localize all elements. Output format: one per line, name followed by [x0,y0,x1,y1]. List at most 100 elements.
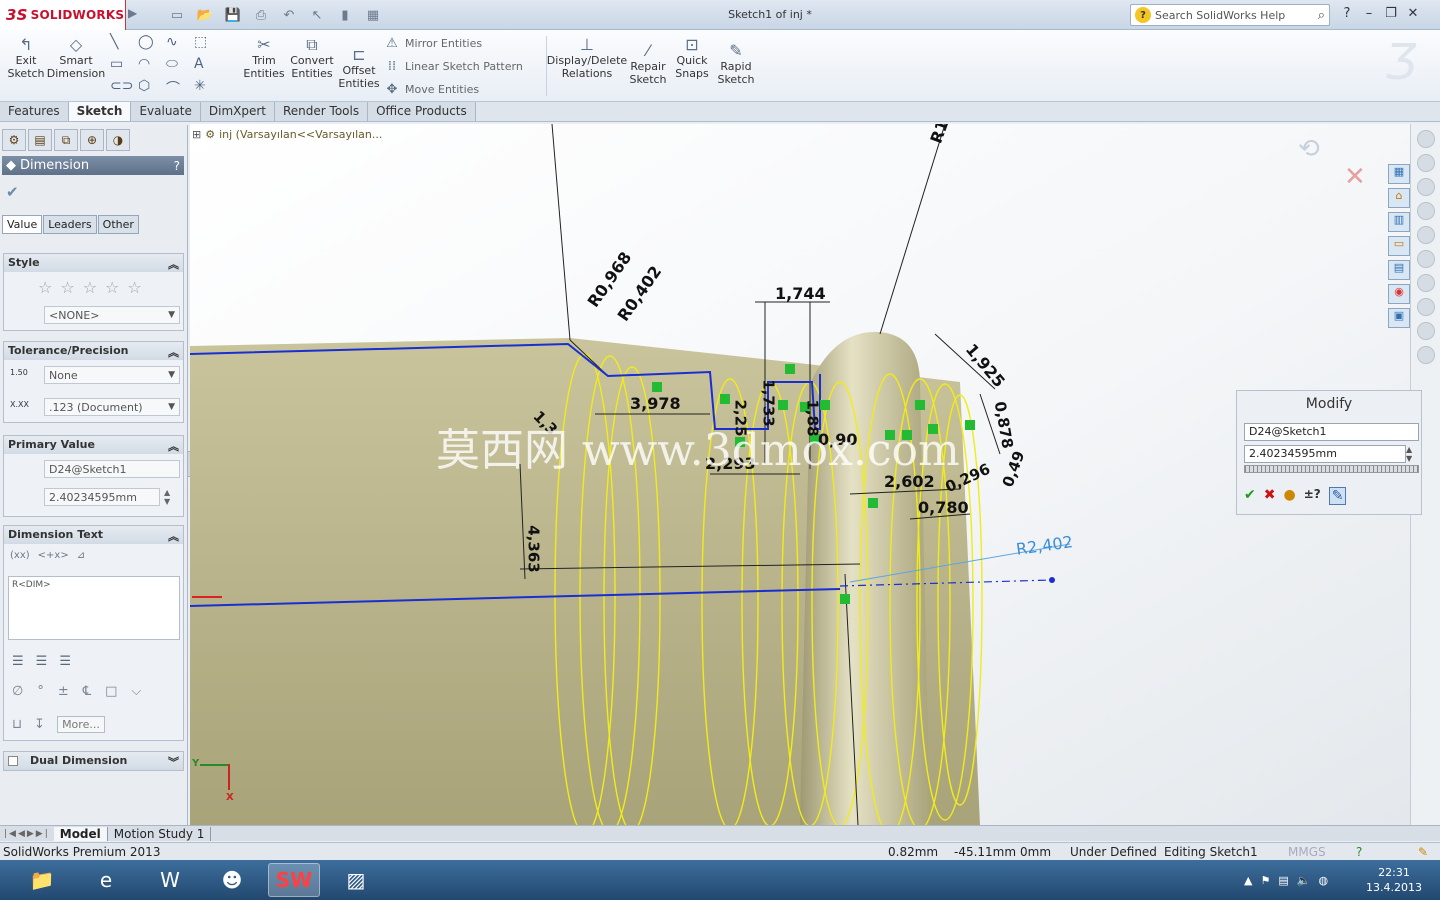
style-select[interactable]: <NONE> ▼ [44,306,180,324]
dimension-label[interactable]: 3,978 [630,394,681,413]
collapse-icon[interactable]: ︽ [168,528,179,543]
offset-entities-button[interactable]: ⊏ Offset Entities [338,44,380,90]
flag-icon[interactable]: ⚑ [1260,874,1270,887]
cancel-sketch-corner-icon[interactable]: ✕ [1344,162,1366,192]
dimension-label[interactable]: 0,780 [918,498,969,517]
quick-snaps-button[interactable]: ⊡ Quick Snaps [674,34,710,80]
modify-value-field[interactable]: 2.40234595mm [1244,445,1406,463]
help-icon[interactable]: ? [1356,845,1362,859]
counterbore-icon[interactable]: ⊔ [12,717,22,732]
resources-icon[interactable] [1416,130,1435,148]
rectangle-icon[interactable]: ▭ [110,56,138,78]
hide-show-icon[interactable]: ◌ [755,124,766,125]
tab-motion-study[interactable]: Motion Study 1 [108,826,212,841]
circle-icon[interactable]: ◯ [138,34,166,56]
help-icon[interactable]: ? [174,159,180,173]
arc-icon[interactable]: ◠ [138,56,166,78]
help-menu-icon[interactable]: ? [1338,6,1356,21]
zoom-to-fit-icon[interactable]: ⌕ [660,124,667,125]
section-view-icon[interactable]: ▣ [703,124,715,125]
modify-name-field[interactable]: D24@Sketch1 [1244,423,1419,441]
mirror-entities-button[interactable]: ⚠ Mirror Entities [384,36,482,51]
view-palette-icon[interactable] [1416,226,1435,244]
countersink-icon[interactable]: ⌵ [131,684,141,699]
view-orientation-icon[interactable]: ⧉ [722,124,731,125]
file-explorer-taskbar-icon[interactable]: 📁 [16,863,68,897]
smart-dimension-button[interactable]: ◇ Smart Dimension [47,34,105,80]
image-viewer-icon[interactable]: ▨ [330,863,382,897]
search-input[interactable]: ? Search SolidWorks Help ⌕ [1130,4,1330,26]
center-dimension-button[interactable]: <+x> [38,550,69,561]
folder-icon[interactable]: ▭ [1388,236,1410,256]
ok-check-icon[interactable]: ✔ [6,183,19,201]
more-button[interactable]: More... [57,716,105,733]
feature-manager-icon[interactable]: ⚙ [2,129,26,151]
dotted-rectangle-icon[interactable]: ⬚ [194,34,222,56]
repair-sketch-button[interactable]: ⁄ Repair Sketch [628,40,668,86]
open-icon[interactable]: 📂 [194,6,216,24]
properties-icon[interactable]: ▣ [1388,308,1410,328]
rapid-sketch-button[interactable]: ✎ Rapid Sketch [716,40,756,86]
degree-icon[interactable]: ° [37,684,44,699]
rebuild-icon[interactable]: ● [1283,487,1295,505]
load-style-icon[interactable]: ☆ [127,278,141,297]
network-icon[interactable]: ▤ [1278,874,1288,887]
rebuild-status-icon[interactable]: ✎ [1418,845,1428,859]
configuration-manager-icon[interactable]: ⧉ [54,129,78,151]
view-settings-icon[interactable]: ▭ [806,124,818,125]
minimize-icon[interactable]: – [1360,6,1378,21]
print-icon[interactable]: ⎙ [250,6,272,24]
forum-icon[interactable] [1416,322,1435,340]
collapse-icon[interactable]: ︽ [168,344,179,359]
tolerance-select[interactable]: None ▼ [44,366,180,384]
file-explorer-icon[interactable] [1416,178,1435,196]
select-icon[interactable]: ↖ [306,6,328,24]
volume-icon[interactable]: 🔈 [1297,874,1311,887]
convert-entities-button[interactable]: ⧉ Convert Entities [288,34,336,80]
expand-icon[interactable]: ︾ [168,754,179,769]
units-system[interactable]: MMGS [1288,845,1326,859]
ok-icon[interactable]: ✔ [1244,487,1256,505]
value-spinner[interactable]: ▲ ▼ [164,488,170,506]
dimension-name-field[interactable]: D24@Sketch1 [44,460,180,478]
plus-minus-icon[interactable]: ± [58,684,69,699]
flyout-tree[interactable]: ⊞ ⚙ inj (Varsayılan<<Varsayılan... [192,128,382,141]
design-library-icon[interactable] [1416,154,1435,172]
scene-icon[interactable]: ▲ [790,124,800,125]
delete-style-icon[interactable]: ☆ [83,278,97,297]
clock[interactable]: 22:31 13.4.2013 [1366,865,1422,895]
align-right-icon[interactable]: ☰ [59,654,71,669]
options-icon[interactable]: ▦ [362,6,384,24]
precision-select[interactable]: .123 (Document) ▼ [44,398,180,416]
color-wheel-icon[interactable]: ◉ [1388,284,1410,304]
previous-view-icon[interactable]: ↩ [687,124,698,125]
tab-leaders[interactable]: Leaders [43,215,97,234]
depth-icon[interactable]: ↧ [34,717,45,732]
close-icon[interactable]: ✕ [1404,6,1422,21]
display-style-icon[interactable]: ◪ [737,124,749,125]
tab-evaluate[interactable]: Evaluate [131,102,201,121]
fillet-icon[interactable]: ⌒ [166,78,194,100]
dimension-text-area[interactable]: R<DIM> [8,576,180,640]
search-tab-icon[interactable] [1416,202,1435,220]
save-icon[interactable]: 💾 [222,6,244,24]
point-icon[interactable]: ✳ [194,78,222,100]
tab-render-tools[interactable]: Render Tools [275,102,369,121]
tray-arrow-icon[interactable]: ▲ [1244,874,1252,887]
add-parentheses-button[interactable]: (xx) [10,550,30,561]
collapse-icon[interactable]: ︽ [168,438,179,453]
appearance-icon[interactable]: ● [773,124,784,125]
align-left-icon[interactable]: ☰ [12,654,24,669]
modify-thumbwheel[interactable] [1244,465,1419,473]
exit-sketch-button[interactable]: ↰ Exit Sketch [6,34,46,80]
save-style-icon[interactable]: ☆ [105,278,119,297]
line-icon[interactable]: ╲ [110,34,138,56]
tab-scroll-icon[interactable]: |◀◀▶▶| [0,829,54,839]
offset-text-icon[interactable]: ⊿ [77,550,85,561]
display-manager-icon[interactable]: ◑ [106,129,130,151]
spline-icon[interactable]: ∿ [166,34,194,56]
restore-icon[interactable]: ❐ [1382,6,1400,21]
dimension-label[interactable]: 1,744 [775,284,826,303]
dual-dimension-checkbox[interactable] [8,756,18,766]
linear-sketch-pattern-button[interactable]: ⁞⁞ Linear Sketch Pattern [384,59,523,74]
